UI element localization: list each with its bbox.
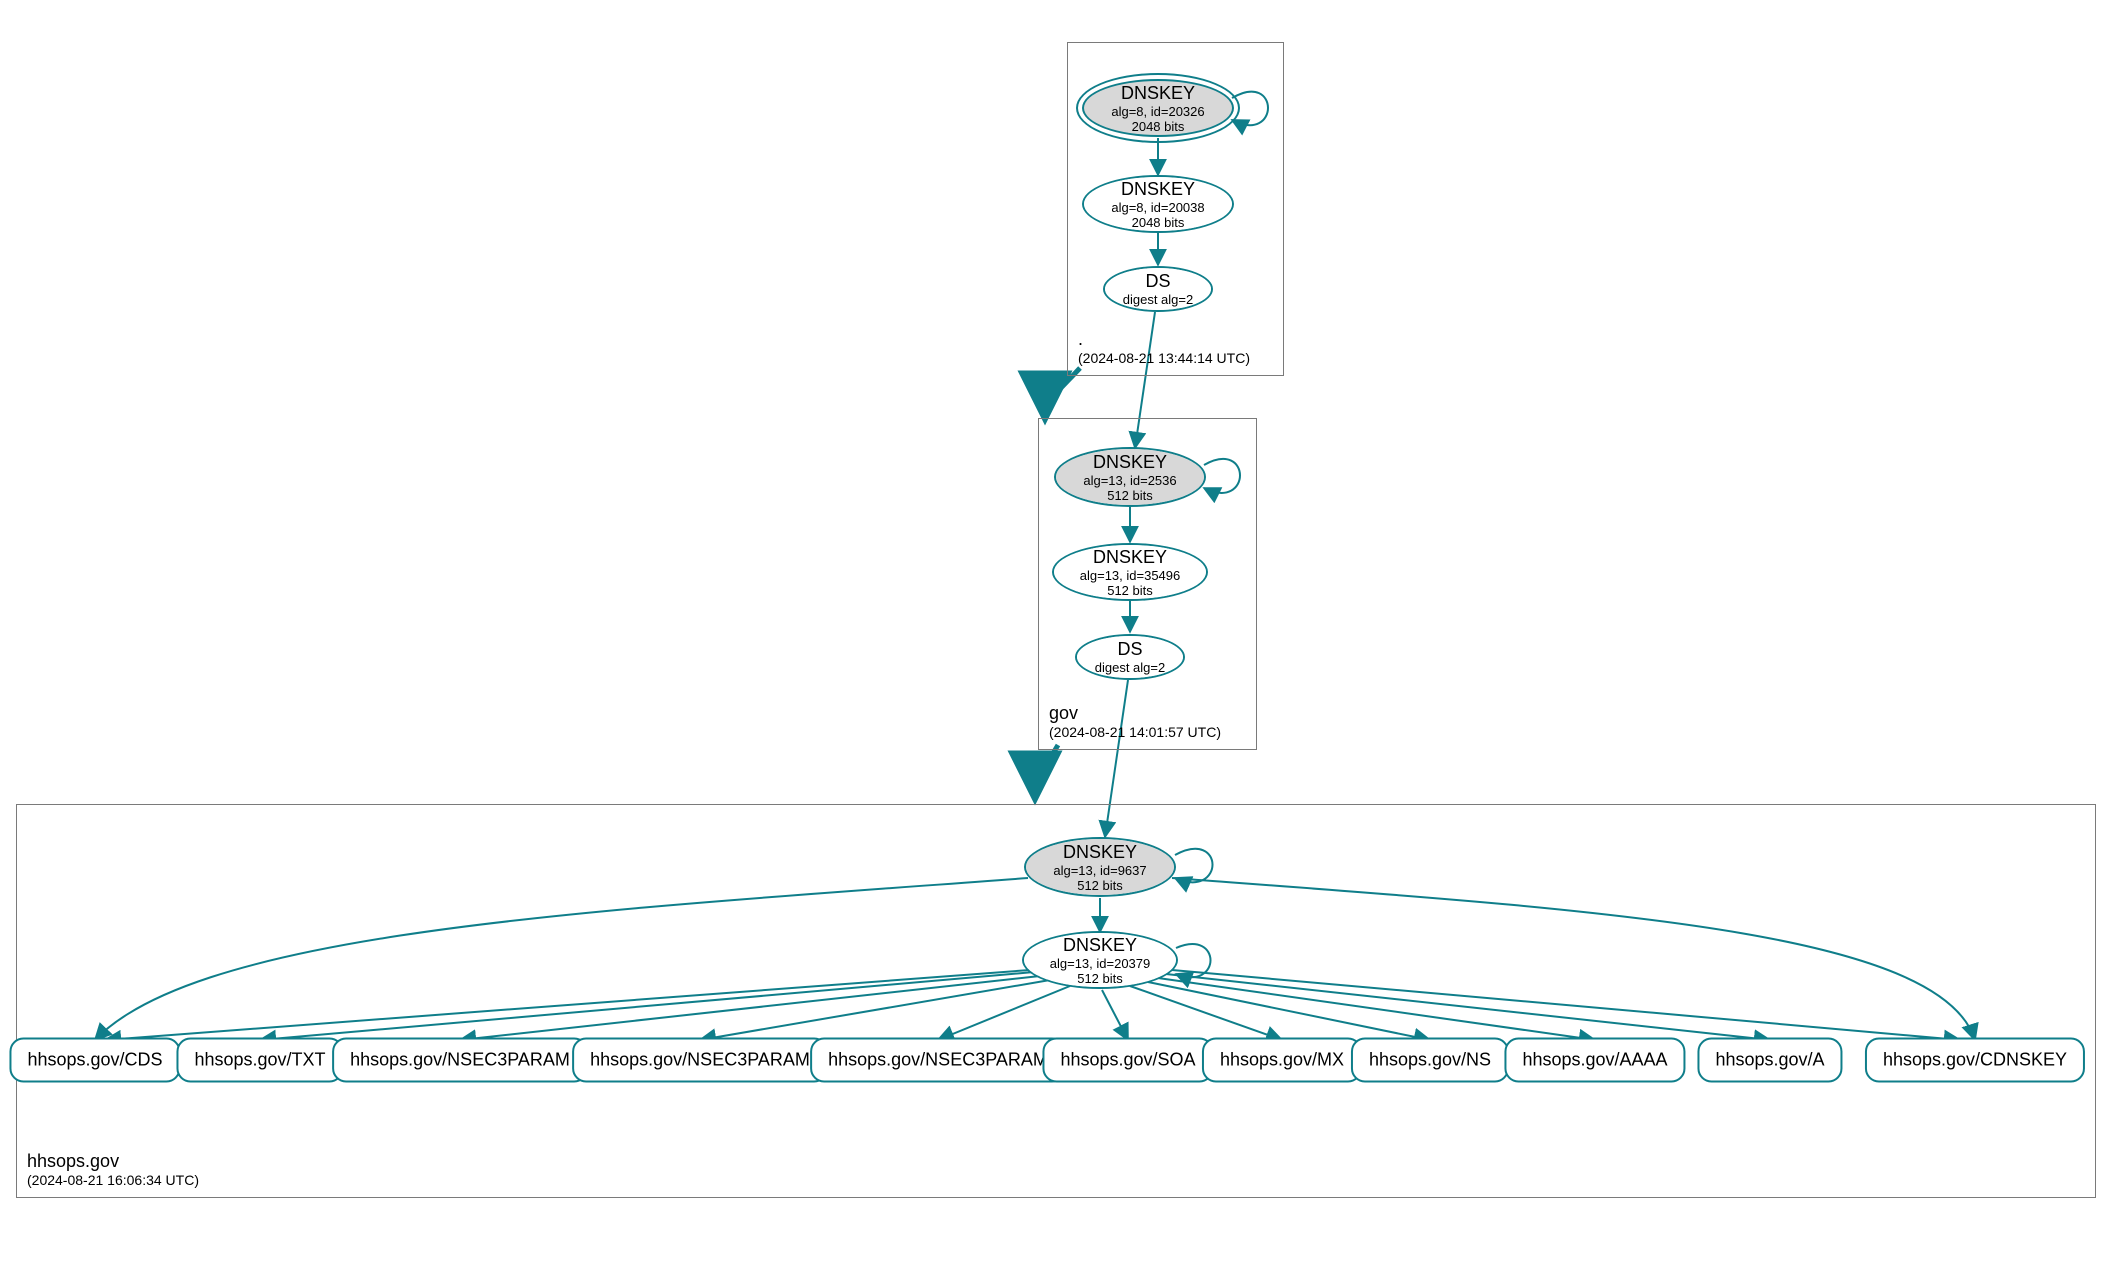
node-gov-ksk-title: DNSKEY xyxy=(1093,452,1167,473)
zone-gov-time: (2024-08-21 14:01:57 UTC) xyxy=(1049,724,1221,741)
zone-root-label: . (2024-08-21 13:44:14 UTC) xyxy=(1078,329,1250,367)
node-hhsops-ksk-line3: 512 bits xyxy=(1077,878,1123,893)
diagram-canvas: . (2024-08-21 13:44:14 UTC) gov (2024-08… xyxy=(0,0,2105,1278)
zone-gov-label: gov (2024-08-21 14:01:57 UTC) xyxy=(1049,703,1221,741)
record-cdnskey: hhsops.gov/CDNSKEY xyxy=(1865,1038,2085,1083)
zone-root-name: . xyxy=(1078,329,1250,351)
node-hhsops-zsk-title: DNSKEY xyxy=(1063,935,1137,956)
record-nsec3-1: hhsops.gov/NSEC3PARAM xyxy=(332,1038,588,1083)
zone-root-time: (2024-08-21 13:44:14 UTC) xyxy=(1078,350,1250,367)
record-aaaa: hhsops.gov/AAAA xyxy=(1504,1038,1685,1083)
node-root-ksk: DNSKEY alg=8, id=20326 2048 bits xyxy=(1076,73,1240,143)
node-gov-ds-line2: digest alg=2 xyxy=(1095,660,1165,675)
node-hhsops-zsk: DNSKEY alg=13, id=20379 512 bits xyxy=(1022,931,1178,989)
node-gov-ksk: DNSKEY alg=13, id=2536 512 bits xyxy=(1054,447,1206,507)
zone-hhsops-label: hhsops.gov (2024-08-21 16:06:34 UTC) xyxy=(27,1151,199,1189)
node-gov-ds: DS digest alg=2 xyxy=(1075,634,1185,680)
node-hhsops-ksk-line2: alg=13, id=9637 xyxy=(1053,863,1146,878)
node-gov-zsk: DNSKEY alg=13, id=35496 512 bits xyxy=(1052,543,1208,601)
node-hhsops-zsk-line3: 512 bits xyxy=(1077,971,1123,986)
node-root-ds-title: DS xyxy=(1145,271,1170,292)
node-gov-zsk-line2: alg=13, id=35496 xyxy=(1080,568,1180,583)
zone-hhsops-time: (2024-08-21 16:06:34 UTC) xyxy=(27,1172,199,1189)
node-root-zsk-line2: alg=8, id=20038 xyxy=(1111,200,1204,215)
zone-hhsops-name: hhsops.gov xyxy=(27,1151,199,1173)
node-root-ksk-title: DNSKEY xyxy=(1121,83,1195,104)
zone-gov-name: gov xyxy=(1049,703,1221,725)
record-txt: hhsops.gov/TXT xyxy=(176,1038,343,1083)
node-root-zsk: DNSKEY alg=8, id=20038 2048 bits xyxy=(1082,175,1234,233)
node-root-ksk-line2: alg=8, id=20326 xyxy=(1111,104,1204,119)
record-nsec3-2: hhsops.gov/NSEC3PARAM xyxy=(572,1038,828,1083)
node-gov-ksk-line2: alg=13, id=2536 xyxy=(1083,473,1176,488)
node-root-ds-line2: digest alg=2 xyxy=(1123,292,1193,307)
node-root-ksk-line3: 2048 bits xyxy=(1132,119,1185,134)
node-root-ds: DS digest alg=2 xyxy=(1103,266,1213,312)
record-soa: hhsops.gov/SOA xyxy=(1042,1038,1213,1083)
record-cds: hhsops.gov/CDS xyxy=(9,1038,180,1083)
node-gov-zsk-title: DNSKEY xyxy=(1093,547,1167,568)
node-hhsops-zsk-line2: alg=13, id=20379 xyxy=(1050,956,1150,971)
node-hhsops-ksk: DNSKEY alg=13, id=9637 512 bits xyxy=(1024,837,1176,897)
record-ns: hhsops.gov/NS xyxy=(1351,1038,1509,1083)
record-a: hhsops.gov/A xyxy=(1697,1038,1842,1083)
node-root-zsk-line3: 2048 bits xyxy=(1132,215,1185,230)
record-nsec3-3: hhsops.gov/NSEC3PARAM xyxy=(810,1038,1066,1083)
node-gov-zsk-line3: 512 bits xyxy=(1107,583,1153,598)
record-mx: hhsops.gov/MX xyxy=(1202,1038,1362,1083)
node-hhsops-ksk-title: DNSKEY xyxy=(1063,842,1137,863)
node-gov-ksk-line3: 512 bits xyxy=(1107,488,1153,503)
node-gov-ds-title: DS xyxy=(1117,639,1142,660)
node-root-zsk-title: DNSKEY xyxy=(1121,179,1195,200)
